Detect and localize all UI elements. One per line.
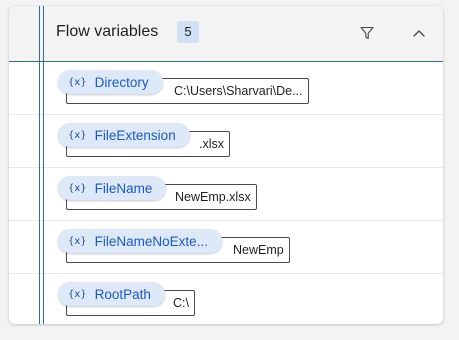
variable-icon: {x} <box>68 76 87 88</box>
variable-row: .xlsx {x} FileExtension <box>9 115 443 168</box>
variable-pill-fileextension[interactable]: {x} FileExtension <box>58 123 190 147</box>
variable-pill-directory[interactable]: {x} Directory <box>58 70 163 94</box>
variable-row: C:\Users\Sharvari\De... {x} Directory <box>9 62 443 115</box>
panel-header: Flow variables 5 <box>9 6 443 62</box>
variable-count-badge: 5 <box>177 21 199 43</box>
variable-name: FileNameNoExte... <box>94 233 208 249</box>
tree-guide-line <box>43 6 44 324</box>
variable-name: Directory <box>94 74 149 90</box>
variable-name: RootPath <box>94 286 151 302</box>
variable-name: FileName <box>94 180 153 196</box>
variable-pill-filename[interactable]: {x} FileName <box>58 176 167 200</box>
variable-icon: {x} <box>68 288 87 300</box>
variable-list: C:\Users\Sharvari\De... {x} Directory .x… <box>9 62 443 324</box>
variable-row: NewEmp {x} FileNameNoExte... <box>9 221 443 274</box>
filter-icon <box>360 26 374 40</box>
variable-icon: {x} <box>68 182 87 194</box>
variable-name: FileExtension <box>94 127 176 143</box>
variable-icon: {x} <box>68 235 87 247</box>
flow-variables-panel: Flow variables 5 C:\Users\Sharvari\De...… <box>9 6 443 324</box>
variable-row: NewEmp.xlsx {x} FileName <box>9 168 443 221</box>
variable-pill-filenamenoextension[interactable]: {x} FileNameNoExte... <box>58 229 222 253</box>
variable-pill-rootpath[interactable]: {x} RootPath <box>58 282 165 306</box>
panel-title: Flow variables <box>56 23 159 40</box>
collapse-button[interactable] <box>407 21 431 45</box>
chevron-up-icon <box>413 30 425 37</box>
variable-row: C:\ {x} RootPath <box>9 274 443 324</box>
tree-guide-line <box>39 6 40 324</box>
filter-button[interactable] <box>355 21 379 45</box>
variable-icon: {x} <box>68 129 87 141</box>
